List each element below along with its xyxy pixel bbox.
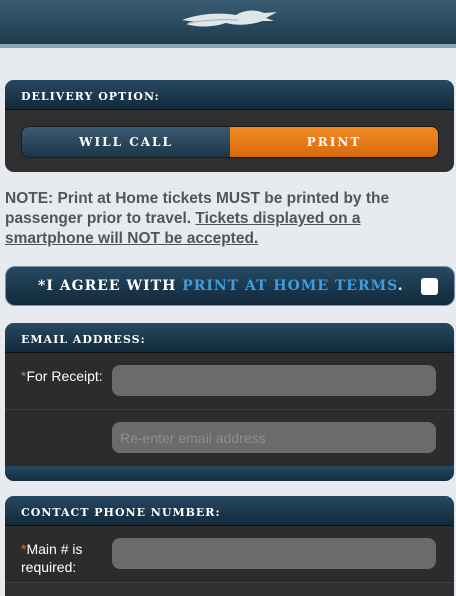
agree-checkbox[interactable] [421, 278, 438, 295]
delivery-option-title: DELIVERY OPTION: [5, 80, 454, 110]
will-call-option[interactable]: WILL CALL [22, 127, 230, 157]
email-label-text: For Receipt: [26, 368, 103, 384]
email-panel-footer [5, 466, 454, 481]
email-field[interactable] [112, 365, 436, 396]
print-option[interactable]: PRINT [230, 127, 438, 157]
print-at-home-terms-link[interactable]: PRINT AT HOME TERMS [182, 278, 398, 294]
agree-text: *I AGREE WITH PRINT AT HOME TERMS. [38, 278, 404, 294]
email-confirm-field[interactable] [112, 422, 436, 453]
phone-label: *Main # is required: [21, 540, 117, 576]
delivery-option-panel: DELIVERY OPTION: WILL CALL PRINT [5, 80, 454, 172]
email-address-title: EMAIL ADDRESS: [5, 323, 454, 353]
email-confirm-row [5, 410, 454, 466]
phone-field[interactable] [112, 538, 436, 569]
phone-row: *Main # is required: [5, 526, 454, 583]
contact-phone-panel: CONTACT PHONE NUMBER: *Main # is require… [5, 496, 454, 596]
email-label: *For Receipt: [21, 367, 117, 385]
app-header [0, 0, 456, 44]
agree-suffix: . [397, 278, 404, 294]
phone-label-text: Main # is required: [21, 541, 83, 575]
agree-terms-bar: *I AGREE WITH PRINT AT HOME TERMS. [5, 266, 455, 306]
greyhound-logo-icon [182, 10, 277, 27]
delivery-toggle: WILL CALL PRINT [21, 126, 439, 158]
email-row: *For Receipt: [5, 353, 454, 410]
header-divider [0, 44, 456, 48]
print-at-home-note: NOTE: Print at Home tickets MUST be prin… [5, 189, 445, 249]
agree-prefix: *I AGREE WITH [38, 278, 183, 294]
contact-phone-title: CONTACT PHONE NUMBER: [5, 496, 454, 526]
email-address-panel: EMAIL ADDRESS: *For Receipt: [5, 323, 454, 481]
